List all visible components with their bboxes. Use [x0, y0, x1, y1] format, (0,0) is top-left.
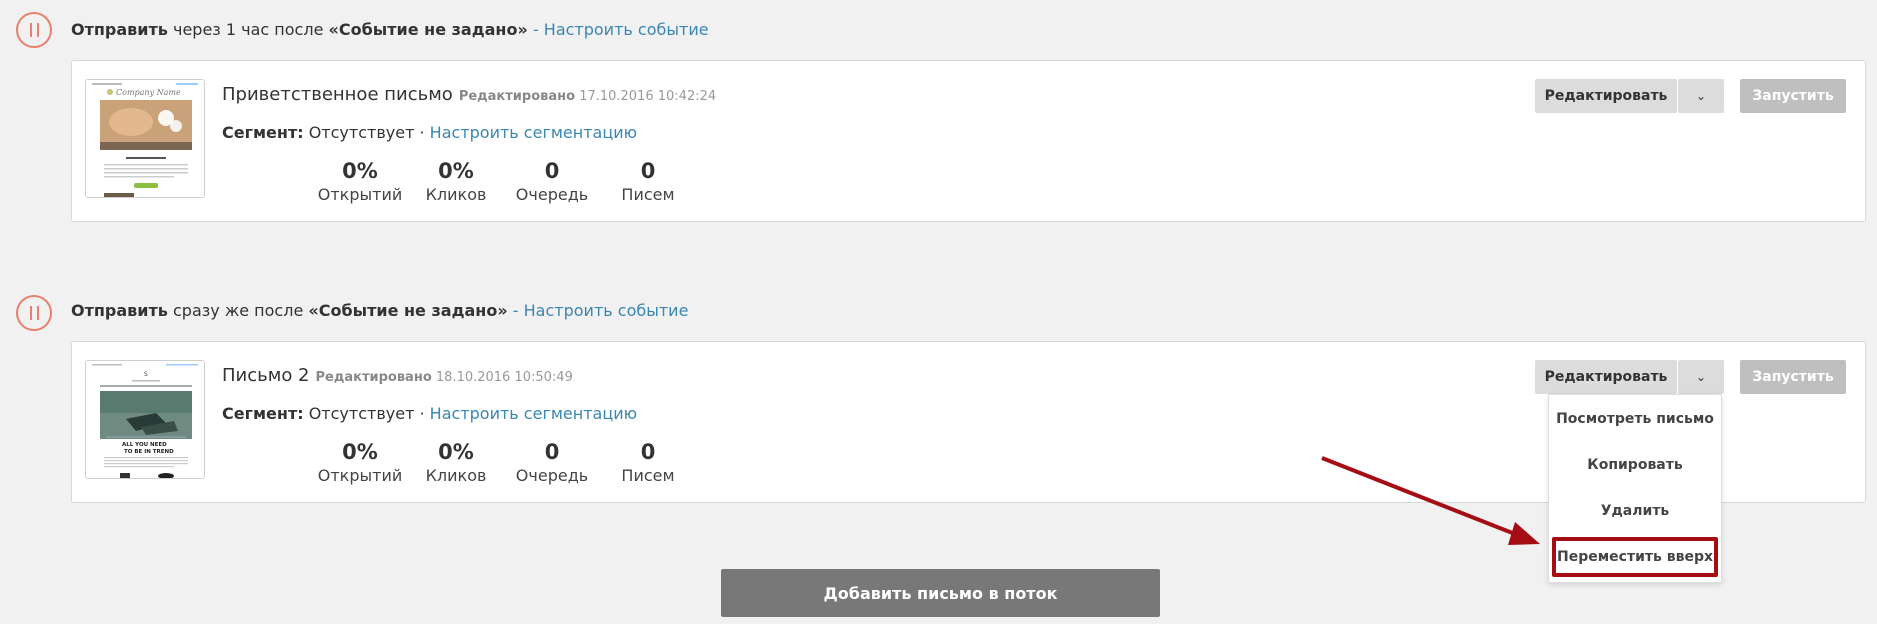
- stat-value: 0%: [342, 159, 378, 183]
- menu-item-copy[interactable]: Копировать: [1549, 457, 1721, 473]
- stat-value: 0%: [438, 440, 474, 464]
- segment-separator: ·: [419, 123, 425, 142]
- letter-stats: 0% Открытий 0% Кликов 0 Очередь 0 Писем: [312, 439, 696, 487]
- svg-text:S: S: [144, 371, 148, 378]
- configure-event-link[interactable]: Настроить событие: [544, 20, 709, 39]
- more-actions-button[interactable]: ⌄: [1678, 79, 1724, 113]
- run-button[interactable]: Запустить: [1740, 79, 1846, 113]
- stat-value: 0: [640, 159, 656, 183]
- letter-title-row: Приветственное письмо Редактировано 17.10…: [222, 84, 716, 105]
- run-button[interactable]: Запустить: [1740, 360, 1846, 394]
- edited-info: Редактировано 17.10.2016 10:42:24: [459, 89, 716, 104]
- svg-text:ALL YOU NEED: ALL YOU NEED: [122, 442, 167, 448]
- trigger-separator: -: [512, 301, 519, 320]
- stat-label: Открытий: [317, 466, 403, 485]
- trigger-event: «Событие не задано»: [328, 20, 528, 39]
- segment-label: Сегмент:: [222, 404, 304, 423]
- edited-label: Редактировано: [458, 89, 576, 104]
- stat-value: 0%: [342, 440, 378, 464]
- letter-title[interactable]: Письмо 2: [222, 365, 310, 386]
- send-label: Отправить: [71, 20, 168, 39]
- letter-thumbnail[interactable]: S ALL YOU NEED TO BE IN TREND: [85, 360, 205, 479]
- configure-segmentation-link[interactable]: Настроить сегментацию: [430, 123, 637, 142]
- stat-label: Открытий: [317, 185, 403, 204]
- thumb-brand: Company Name: [116, 88, 181, 97]
- edited-date: 17.10.2016 10:42:24: [579, 89, 717, 104]
- more-actions-button[interactable]: ⌄: [1678, 360, 1724, 394]
- edited-label: Редактировано: [315, 370, 432, 385]
- stat-value: 0: [544, 440, 560, 464]
- menu-item-move-up[interactable]: Переместить вверх: [1552, 537, 1718, 577]
- pause-button-step-1[interactable]: [16, 12, 52, 48]
- configure-segmentation-link[interactable]: Настроить сегментацию: [430, 404, 637, 423]
- trigger-line-step-1: Отправить через 1 час после «Событие не …: [71, 20, 709, 39]
- edited-date: 18.10.2016 10:50:49: [435, 370, 573, 385]
- send-label: Отправить: [71, 301, 168, 320]
- add-letter-button[interactable]: Добавить письмо в поток: [721, 569, 1160, 617]
- configure-event-link[interactable]: Настроить событие: [524, 301, 689, 320]
- stat-value: 0%: [438, 159, 474, 183]
- segment-row: Сегмент: Отсутствует · Настроить сегмент…: [222, 123, 637, 142]
- trigger-separator: -: [532, 20, 539, 39]
- segment-value: Отсутствует: [308, 123, 415, 142]
- stat-label: Очередь: [515, 466, 589, 485]
- trigger-line-step-2: Отправить сразу же после «Событие не зад…: [71, 301, 688, 320]
- segment-value: Отсутствует: [308, 404, 415, 423]
- stat-label: Писем: [621, 466, 675, 485]
- pause-icon: [29, 306, 39, 320]
- letter-actions-dropdown: Посмотреть письмо Копировать Удалить Пер…: [1548, 394, 1722, 583]
- stat-value: 0: [544, 159, 560, 183]
- segment-label: Сегмент:: [222, 123, 304, 142]
- letter-preview-image: S ALL YOU NEED TO BE IN TREND: [86, 361, 204, 478]
- letter-stats: 0% Открытий 0% Кликов 0 Очередь 0 Писем: [312, 158, 696, 206]
- menu-item-view-letter[interactable]: Посмотреть письмо: [1549, 411, 1721, 427]
- pause-button-step-2[interactable]: [16, 295, 52, 331]
- letter-title-row: Письмо 2 Редактировано 18.10.2016 10:50:4…: [222, 365, 573, 386]
- stat-queue: 0 Очередь: [504, 439, 600, 487]
- stat-label: Очередь: [515, 185, 589, 204]
- letter-thumbnail[interactable]: Company Name: [85, 79, 205, 198]
- letter-preview-image: Company Name: [86, 80, 204, 197]
- stat-letters: 0 Писем: [600, 158, 696, 206]
- letter-card-1: Company Name Приветственное письмо Редакт…: [71, 60, 1866, 222]
- trigger-event: «Событие не задано»: [308, 301, 508, 320]
- segment-separator: ·: [419, 404, 425, 423]
- edited-info: Редактировано 18.10.2016 10:50:49: [316, 370, 573, 385]
- stat-label: Писем: [621, 185, 675, 204]
- chevron-down-icon: ⌄: [1695, 89, 1707, 103]
- letter-title[interactable]: Приветственное письмо: [222, 84, 453, 105]
- trigger-delay: сразу же после: [173, 301, 304, 320]
- stat-queue: 0 Очередь: [504, 158, 600, 206]
- edit-button[interactable]: Редактировать: [1535, 360, 1677, 394]
- stat-opens: 0% Открытий: [312, 439, 408, 487]
- svg-text:TO BE IN TREND: TO BE IN TREND: [124, 449, 174, 455]
- stat-clicks: 0% Кликов: [408, 439, 504, 487]
- stat-label: Кликов: [425, 185, 487, 204]
- segment-row: Сегмент: Отсутствует · Настроить сегмент…: [222, 404, 637, 423]
- pause-icon: [29, 23, 39, 37]
- stat-clicks: 0% Кликов: [408, 158, 504, 206]
- trigger-delay: через 1 час после: [173, 20, 324, 39]
- stat-letters: 0 Писем: [600, 439, 696, 487]
- stat-value: 0: [640, 440, 656, 464]
- chevron-down-icon: ⌄: [1695, 370, 1707, 384]
- stat-opens: 0% Открытий: [312, 158, 408, 206]
- menu-item-delete[interactable]: Удалить: [1549, 503, 1721, 519]
- edit-button[interactable]: Редактировать: [1535, 79, 1677, 113]
- stat-label: Кликов: [425, 466, 487, 485]
